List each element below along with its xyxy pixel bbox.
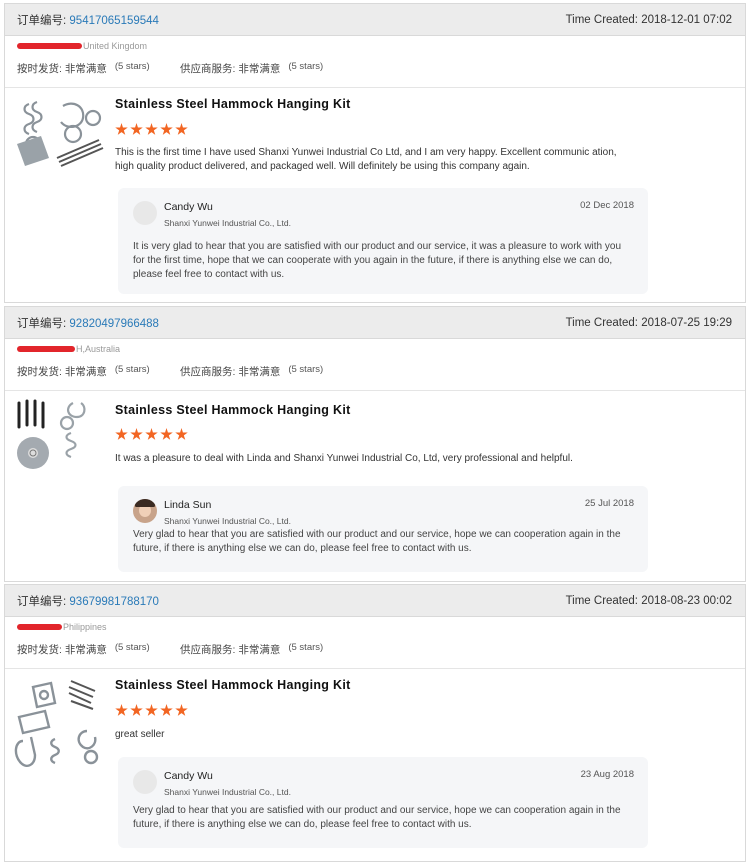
- star-rating: [115, 123, 188, 136]
- hammock-kit-image[interactable]: [11, 677, 105, 781]
- redacted-buyer-name: [17, 43, 82, 49]
- reply-text: Very glad to hear that you are satisfied…: [133, 805, 621, 830]
- reply-company: Shanxi Yunwei Industrial Co., Ltd.: [164, 516, 291, 526]
- star-icon: [175, 428, 188, 440]
- star-icon: [115, 704, 128, 716]
- service-rating-label: 供应商服务: 非常满意: [180, 366, 281, 378]
- reply-company: Shanxi Yunwei Industrial Co., Ltd.: [164, 787, 291, 797]
- reply-date: 02 Dec 2018: [580, 200, 634, 211]
- reply-text: Very glad to hear that you are satisfied…: [133, 529, 621, 554]
- shipping-rating-label: 按时发货: 非常满意: [17, 63, 107, 75]
- avatar: [133, 201, 157, 225]
- order-header: 订单编号: 95417065159544 Time Created: 2018-…: [5, 4, 745, 36]
- reply-date: 23 Aug 2018: [580, 769, 634, 780]
- service-rating-stars: (5 stars): [288, 642, 324, 653]
- seller-reply: Candy Wu Shanxi Yunwei Industrial Co., L…: [118, 757, 648, 848]
- buyer-info: United Kingdom 按时发货: 非常满意 (5 stars) 供应商服…: [5, 36, 745, 88]
- reply-date: 25 Jul 2018: [584, 498, 634, 509]
- service-rating-label: 供应商服务: 非常满意: [180, 644, 281, 656]
- service-rating-stars: (5 stars): [288, 364, 324, 375]
- redacted-buyer-name: [17, 624, 62, 630]
- order-number-label: 订单编号:: [17, 14, 67, 27]
- star-rating: [115, 704, 188, 717]
- buyer-info: Philippines 按时发货: 非常满意 (5 stars) 供应商服务: …: [5, 617, 745, 669]
- service-rating-label: 供应商服务: 非常满意: [180, 63, 281, 75]
- order-header: 订单编号: 93679981788170 Time Created: 2018-…: [5, 585, 745, 617]
- star-icon: [175, 704, 188, 716]
- time-created: Time Created: 2018-12-01 07:02: [565, 13, 732, 26]
- buyer-country: H,Australia: [76, 344, 121, 354]
- redacted-buyer-name: [17, 346, 75, 352]
- seller-reply: Candy Wu Shanxi Yunwei Industrial Co., L…: [118, 188, 648, 294]
- star-icon: [130, 123, 143, 135]
- product-title[interactable]: Stainless Steel Hammock Hanging Kit: [115, 97, 351, 111]
- shipping-rating-stars: (5 stars): [114, 61, 150, 72]
- order-number-link[interactable]: 93679981788170: [69, 596, 159, 608]
- time-created: Time Created: 2018-08-23 00:02: [565, 594, 732, 607]
- reply-author: Candy Wu: [164, 201, 213, 213]
- buyer-country: United Kingdom: [83, 41, 148, 51]
- order-number-link[interactable]: 95417065159544: [69, 15, 159, 27]
- product-title[interactable]: Stainless Steel Hammock Hanging Kit: [115, 678, 351, 692]
- shipping-rating-label: 按时发货: 非常满意: [17, 366, 107, 378]
- star-icon: [130, 428, 143, 440]
- star-icon: [160, 704, 173, 716]
- hammock-kit-image[interactable]: [11, 96, 105, 172]
- order-card: 订单编号: 92820497966488 Time Created: 2018-…: [4, 306, 746, 582]
- product-title[interactable]: Stainless Steel Hammock Hanging Kit: [115, 403, 351, 417]
- reply-author: Candy Wu: [164, 770, 213, 782]
- star-icon: [145, 123, 158, 135]
- star-icon: [160, 123, 173, 135]
- reply-author: Linda Sun: [164, 499, 212, 511]
- shipping-rating-label: 按时发货: 非常满意: [17, 644, 107, 656]
- order-header: 订单编号: 92820497966488 Time Created: 2018-…: [5, 307, 745, 339]
- time-created: Time Created: 2018-07-25 19:29: [565, 316, 732, 329]
- order-card: 订单编号: 93679981788170 Time Created: 2018-…: [4, 584, 746, 862]
- avatar: [133, 499, 157, 523]
- order-number-label: 订单编号:: [17, 595, 67, 608]
- star-icon: [175, 123, 188, 135]
- order-number-link[interactable]: 92820497966488: [69, 318, 159, 330]
- review-text: great seller: [115, 729, 165, 740]
- review-text: This is the first time I have used Shanx…: [115, 147, 617, 172]
- shipping-rating-stars: (5 stars): [114, 642, 150, 653]
- star-icon: [115, 428, 128, 440]
- star-rating: [115, 428, 188, 441]
- star-icon: [160, 428, 173, 440]
- review-text: It was a pleasure to deal with Linda and…: [115, 453, 573, 464]
- star-icon: [130, 704, 143, 716]
- star-icon: [145, 704, 158, 716]
- seller-reply: Linda Sun Shanxi Yunwei Industrial Co., …: [118, 486, 648, 572]
- avatar: [133, 770, 157, 794]
- shipping-rating-stars: (5 stars): [114, 364, 150, 375]
- buyer-info: H,Australia 按时发货: 非常满意 (5 stars) 供应商服务: …: [5, 339, 745, 391]
- reply-text: It is very glad to hear that you are sat…: [133, 241, 622, 280]
- order-card: 订单编号: 95417065159544 Time Created: 2018-…: [4, 3, 746, 303]
- service-rating-stars: (5 stars): [288, 61, 324, 72]
- hammock-kit-image[interactable]: [11, 399, 105, 475]
- buyer-country: Philippines: [63, 622, 107, 632]
- order-number-label: 订单编号:: [17, 317, 67, 330]
- star-icon: [145, 428, 158, 440]
- star-icon: [115, 123, 128, 135]
- reply-company: Shanxi Yunwei Industrial Co., Ltd.: [164, 218, 291, 228]
